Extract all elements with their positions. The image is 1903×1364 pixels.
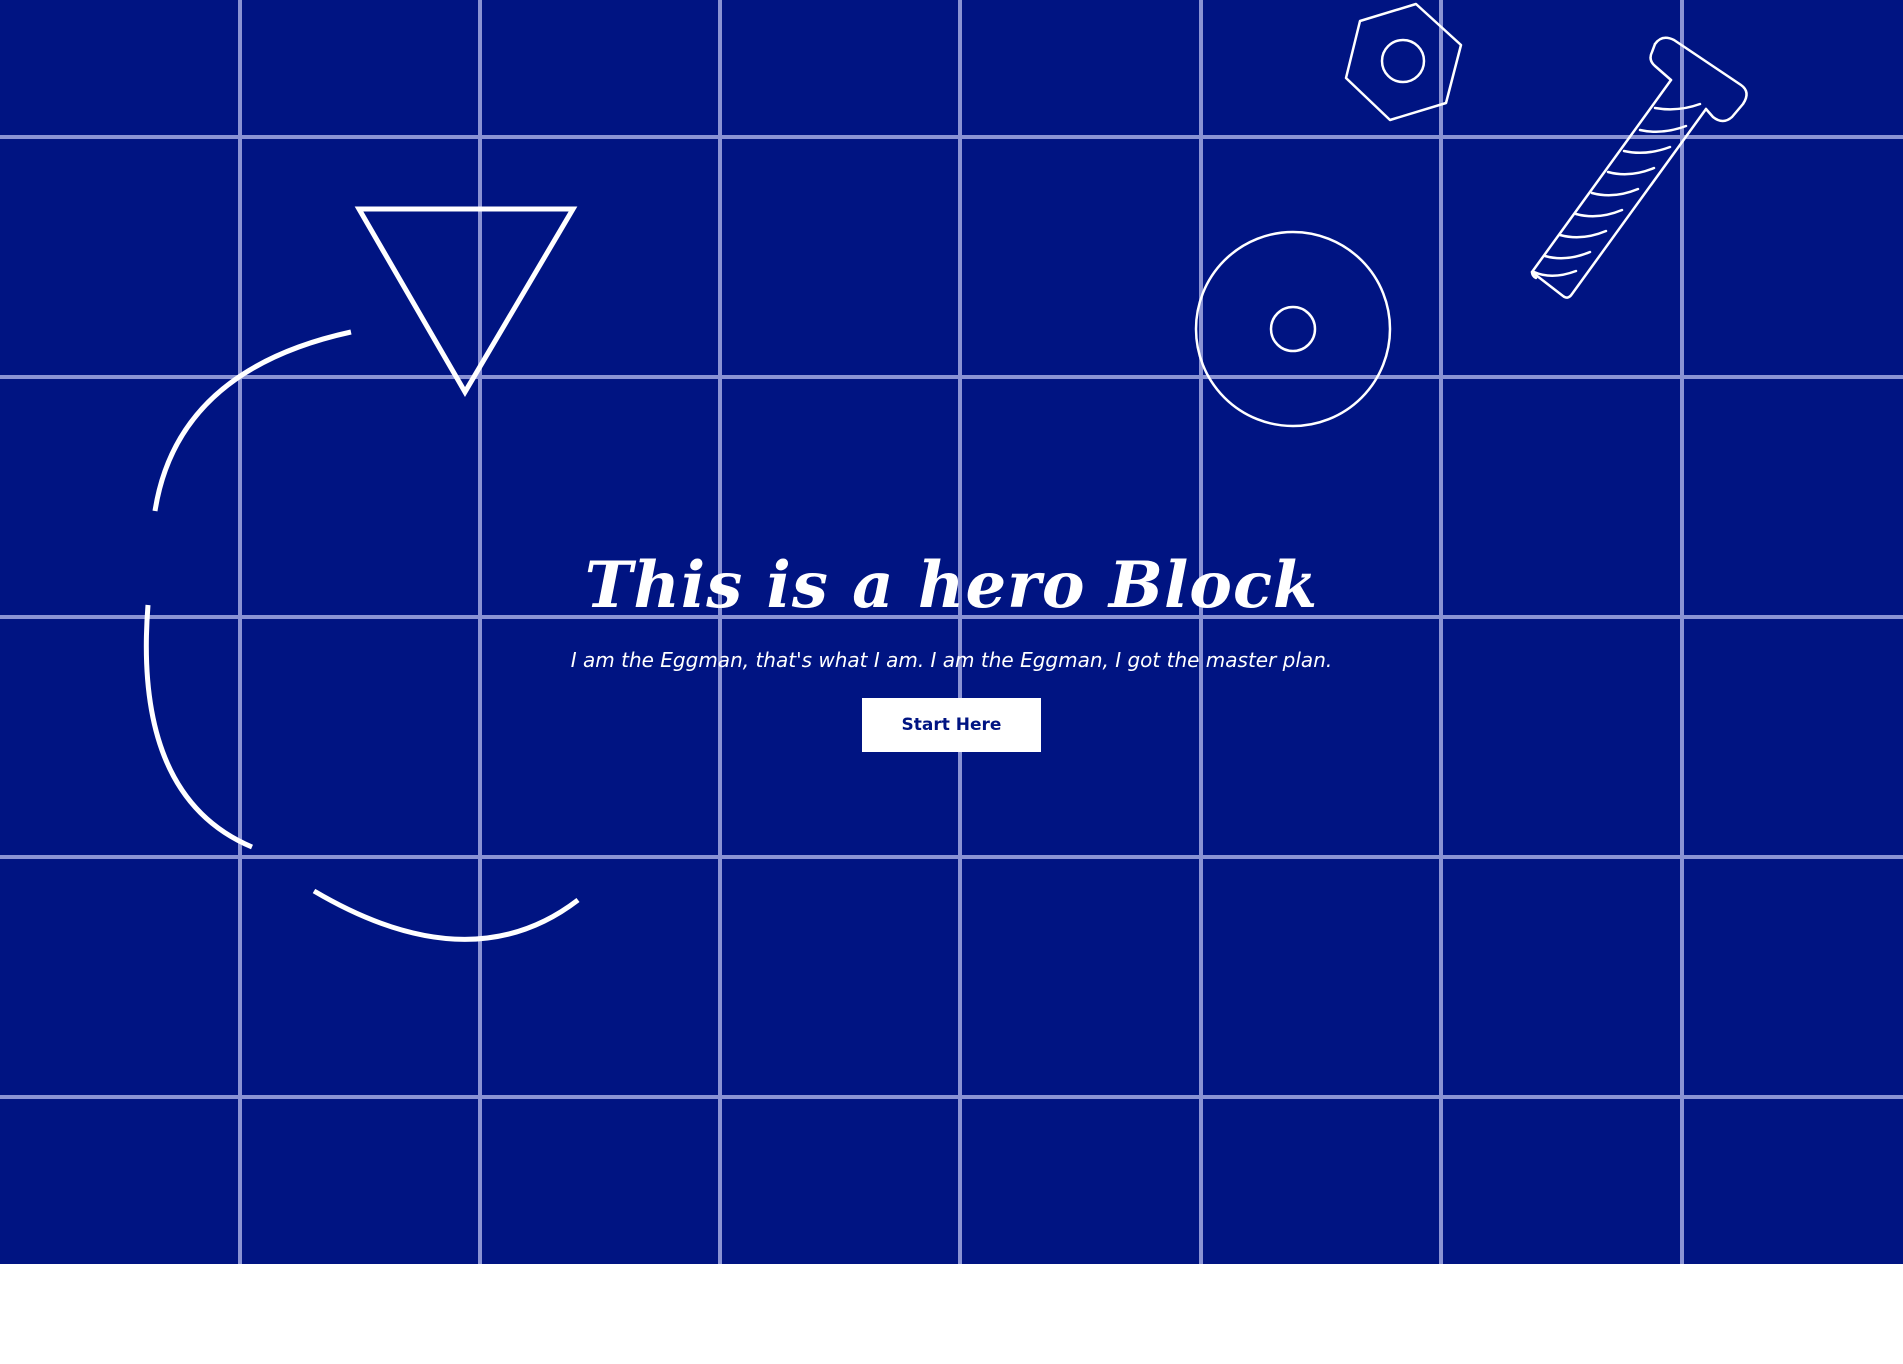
hero-subtitle: I am the Eggman, that's what I am. I am … [570,648,1333,672]
start-here-button[interactable]: Start Here [862,698,1041,752]
hex-nut-icon [1344,2,1463,122]
hero-title: This is a hero Block [584,548,1319,623]
hero-section: This is a hero Block I am the Eggman, th… [0,0,1903,1264]
triangle-outline-icon [354,206,578,397]
hero-content: This is a hero Block I am the Eggman, th… [0,540,1903,752]
bolt-icon [1530,36,1748,299]
washer-icon [1194,230,1392,428]
